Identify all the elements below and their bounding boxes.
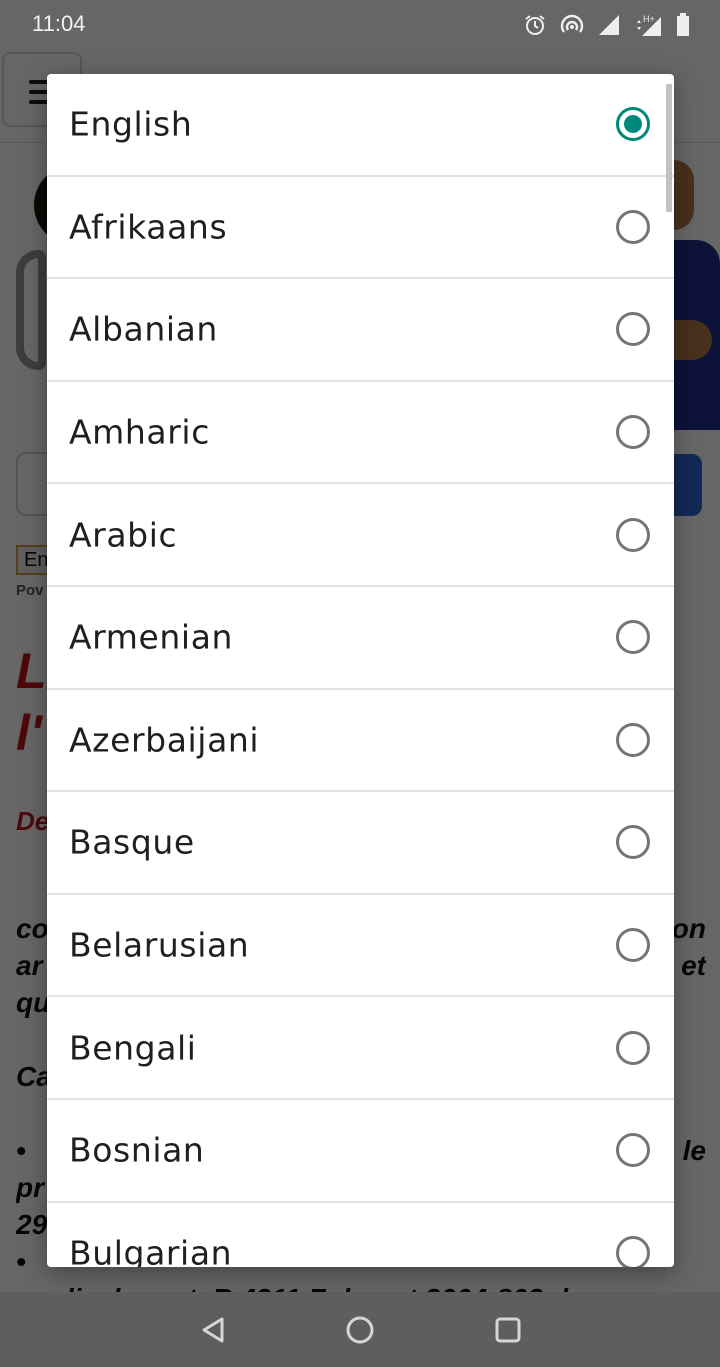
language-option-amharic[interactable]: Amharic: [47, 382, 674, 485]
radio-unchecked-icon[interactable]: [616, 517, 650, 552]
radio-unchecked-icon[interactable]: [616, 722, 650, 757]
status-time: 11:04: [32, 11, 86, 36]
language-option-label: Belarusian: [69, 925, 250, 965]
language-option-azerbaijani[interactable]: Azerbaijani: [47, 690, 674, 793]
language-option-label: Azerbaijani: [69, 720, 260, 760]
radio-unchecked-icon[interactable]: [616, 1030, 650, 1065]
radio-unchecked-icon[interactable]: [616, 1133, 650, 1168]
recents-button[interactable]: [488, 1312, 528, 1348]
dialog-scrollbar[interactable]: [666, 84, 672, 212]
radio-unchecked-icon[interactable]: [616, 415, 650, 450]
navigation-bar: [0, 1292, 720, 1367]
home-icon: [346, 1316, 374, 1344]
language-option-bulgarian[interactable]: Bulgarian: [47, 1203, 674, 1267]
language-option-label: Albanian: [69, 309, 218, 349]
radio-unchecked-icon[interactable]: [616, 1235, 650, 1267]
language-option-label: English: [69, 104, 193, 144]
language-option-afrikaans[interactable]: Afrikaans: [47, 177, 674, 280]
status-icons: H+: [524, 13, 690, 37]
alarm-icon: [525, 15, 545, 35]
home-button[interactable]: [340, 1312, 380, 1348]
language-option-bosnian[interactable]: Bosnian: [47, 1100, 674, 1203]
radio-unchecked-icon[interactable]: [616, 825, 650, 860]
language-option-armenian[interactable]: Armenian: [47, 587, 674, 690]
language-option-bengali[interactable]: Bengali: [47, 997, 674, 1100]
radio-unchecked-icon[interactable]: [616, 620, 650, 655]
hotspot-icon: [560, 14, 584, 33]
language-option-english[interactable]: English: [47, 74, 674, 177]
data-signal-h-plus-icon: H+: [637, 14, 661, 36]
language-option-label: Amharic: [69, 412, 210, 452]
back-button[interactable]: [193, 1312, 233, 1348]
language-option-basque[interactable]: Basque: [47, 792, 674, 895]
battery-icon: [677, 13, 689, 36]
language-select-dialog: English Afrikaans Albanian Amharic Arabic Arm…: [47, 74, 674, 1267]
radio-unchecked-icon[interactable]: [616, 209, 650, 244]
language-option-label: Bosnian: [69, 1130, 205, 1170]
language-option-label: Armenian: [69, 617, 234, 657]
language-option-arabic[interactable]: Arabic: [47, 484, 674, 587]
recents-icon: [495, 1317, 521, 1343]
language-option-label: Arabic: [69, 515, 178, 555]
svg-text:H+: H+: [643, 14, 655, 24]
back-icon: [202, 1317, 224, 1343]
status-bar: 11:04 H+: [0, 0, 720, 50]
language-list[interactable]: English Afrikaans Albanian Amharic Arabic Arm…: [47, 74, 674, 1267]
signal-icon: [599, 15, 619, 35]
language-option-label: Afrikaans: [69, 207, 228, 247]
language-option-label: Basque: [69, 822, 195, 862]
radio-unchecked-icon[interactable]: [616, 312, 650, 347]
language-option-label: Bulgarian: [69, 1233, 233, 1267]
language-option-belarusian[interactable]: Belarusian: [47, 895, 674, 998]
language-option-albanian[interactable]: Albanian: [47, 279, 674, 382]
radio-unchecked-icon[interactable]: [616, 928, 650, 963]
language-option-label: Bengali: [69, 1028, 197, 1068]
radio-checked-icon[interactable]: [616, 107, 650, 142]
